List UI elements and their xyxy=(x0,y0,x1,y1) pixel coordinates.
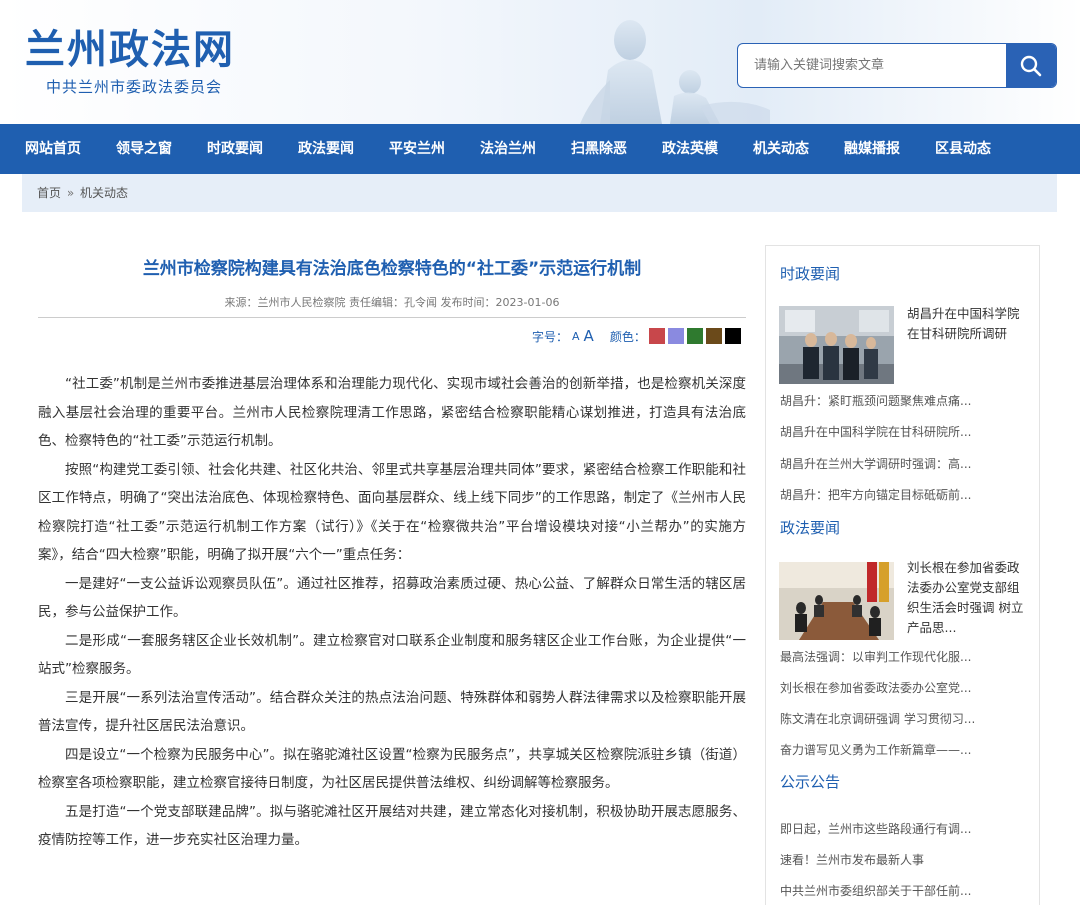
news-link[interactable]: 即日起，兰州市这些路段通行有调... xyxy=(780,820,1030,837)
article-meta: 来源：兰州市人民检察院 责任编辑：孔令闻 发布时间：2023-01-06 xyxy=(224,296,560,309)
search-button[interactable] xyxy=(1006,44,1056,87)
article-title: 兰州市检察院构建具有法治底色检察特色的“社工委”示范运行机制 xyxy=(142,259,642,279)
nav-item-home[interactable]: 网站首页 xyxy=(25,124,81,174)
color-label: 颜色： xyxy=(609,329,646,344)
breadcrumb: 首页 » 机关动态 xyxy=(22,174,1057,212)
section-title-legal-news[interactable]: 政法要闻 xyxy=(780,517,840,538)
section-title-announcements[interactable]: 公示公告 xyxy=(780,771,840,792)
news-link[interactable]: 刘长根在参加省委政法委办公室党... xyxy=(780,679,1030,696)
article-divider xyxy=(38,317,746,318)
section-title-current-affairs[interactable]: 时政要闻 xyxy=(780,263,840,284)
news-thumbnail-meeting[interactable] xyxy=(779,562,894,640)
reading-tools: 字号： A A 颜色： xyxy=(532,326,741,346)
article-paragraph: 四是设立“一个检察为民服务中心”。拟在骆驼滩社区设置“检察为民服务点”，共享城关… xyxy=(38,746,746,792)
news-thumbnail-caption[interactable]: 胡昌升在中国科学院在甘科研院所调研 xyxy=(907,304,1029,344)
breadcrumb-current[interactable]: 机关动态 xyxy=(80,186,128,200)
color-swatch-green[interactable] xyxy=(686,328,703,344)
news-link[interactable]: 中共兰州市委组织部关于干部任前... xyxy=(780,882,1030,899)
article-body: “社工委”机制是兰州市委推进基层治理体系和治理能力现代化、实现市域社会善治的创新… xyxy=(38,370,746,855)
sidebar: 时政要闻 胡昌升在中国科学院在甘科研院所调研 胡昌升：紧盯瓶颈问题聚焦难点痛..… xyxy=(765,245,1040,905)
news-thumbnail-research[interactable] xyxy=(779,306,894,384)
article-paragraph: 五是打造“一个党支部联建品牌”。拟与骆驼滩社区开展结对共建，建立常态化对接机制，… xyxy=(38,803,746,849)
news-thumbnail-caption[interactable]: 刘长根在参加省委政法委办公室党支部组织生活会时强调 树立产品思... xyxy=(907,558,1029,638)
news-link[interactable]: 胡昌升：把牢方向锚定目标砥砺前... xyxy=(780,486,1030,503)
news-link[interactable]: 奋力谱写见义勇为工作新篇章——... xyxy=(780,741,1030,758)
news-link[interactable]: 胡昌升在兰州大学调研时强调：高... xyxy=(780,455,1030,472)
nav-item-current-affairs[interactable]: 时政要闻 xyxy=(207,124,263,174)
font-small-button[interactable]: A xyxy=(572,330,580,343)
search-input[interactable] xyxy=(738,44,1008,87)
main-nav: 网站首页 领导之窗 时政要闻 政法要闻 平安兰州 法治兰州 扫黑除恶 政法英模 … xyxy=(0,124,1080,174)
nav-item-districts[interactable]: 区县动态 xyxy=(935,124,991,174)
news-link[interactable]: 胡昌升：紧盯瓶颈问题聚焦难点痛... xyxy=(780,392,1030,409)
site-header: 兰州政法网 中共兰州市委政法委员会 xyxy=(0,0,1080,124)
article-paragraph: 二是形成“一套服务辖区企业长效机制”。建立检察官对口联系企业制度和服务辖区企业工… xyxy=(38,632,746,678)
color-swatch-brown[interactable] xyxy=(705,328,722,344)
search-box xyxy=(737,43,1057,88)
nav-item-legal-news[interactable]: 政法要闻 xyxy=(298,124,354,174)
color-swatch-red[interactable] xyxy=(648,328,665,344)
article-paragraph: 一是建好“一支公益诉讼观察员队伍”。通过社区推荐，招募政治素质过硬、热心公益、了… xyxy=(38,575,746,621)
breadcrumb-home[interactable]: 首页 xyxy=(37,186,61,200)
article-paragraph: 按照“构建党工委引领、社会化共建、社区化共治、邻里式共享基层治理共同体”要求，紧… xyxy=(38,461,746,564)
news-link[interactable]: 陈文清在北京调研强调 学习贯彻习... xyxy=(780,710,1030,727)
article-paragraph: “社工委”机制是兰州市委推进基层治理体系和治理能力现代化、实现市域社会善治的创新… xyxy=(38,376,746,449)
news-link[interactable]: 胡昌升在中国科学院在甘科研院所... xyxy=(780,423,1030,440)
news-link[interactable]: 最高法强调：以审判工作现代化服... xyxy=(780,648,1030,665)
search-icon xyxy=(1020,55,1042,76)
font-large-button[interactable]: A xyxy=(584,327,594,345)
nav-item-heroes[interactable]: 政法英模 xyxy=(662,124,718,174)
nav-item-safe-lanzhou[interactable]: 平安兰州 xyxy=(389,124,445,174)
nav-item-anti-crime[interactable]: 扫黑除恶 xyxy=(571,124,627,174)
breadcrumb-separator: » xyxy=(66,186,75,200)
font-size-label: 字号： xyxy=(532,329,569,344)
nav-item-rule-of-law[interactable]: 法治兰州 xyxy=(480,124,536,174)
site-logo-title[interactable]: 兰州政法网 xyxy=(25,26,235,74)
article: 兰州市检察院构建具有法治底色检察特色的“社工委”示范运行机制 来源：兰州市人民检… xyxy=(22,212,752,905)
nav-item-leaders[interactable]: 领导之窗 xyxy=(116,124,172,174)
color-swatch-black[interactable] xyxy=(724,328,741,344)
news-link[interactable]: 速看！兰州市发布最新人事 xyxy=(780,851,1030,868)
article-paragraph: 三是开展“一系列法治宣传活动”。结合群众关注的热点法治问题、特殊群体和弱势人群法… xyxy=(38,689,746,735)
site-logo-subtitle: 中共兰州市委政法委员会 xyxy=(46,78,223,96)
nav-item-agency-news[interactable]: 机关动态 xyxy=(753,124,809,174)
color-swatch-purple[interactable] xyxy=(667,328,684,344)
nav-item-media[interactable]: 融媒播报 xyxy=(844,124,900,174)
